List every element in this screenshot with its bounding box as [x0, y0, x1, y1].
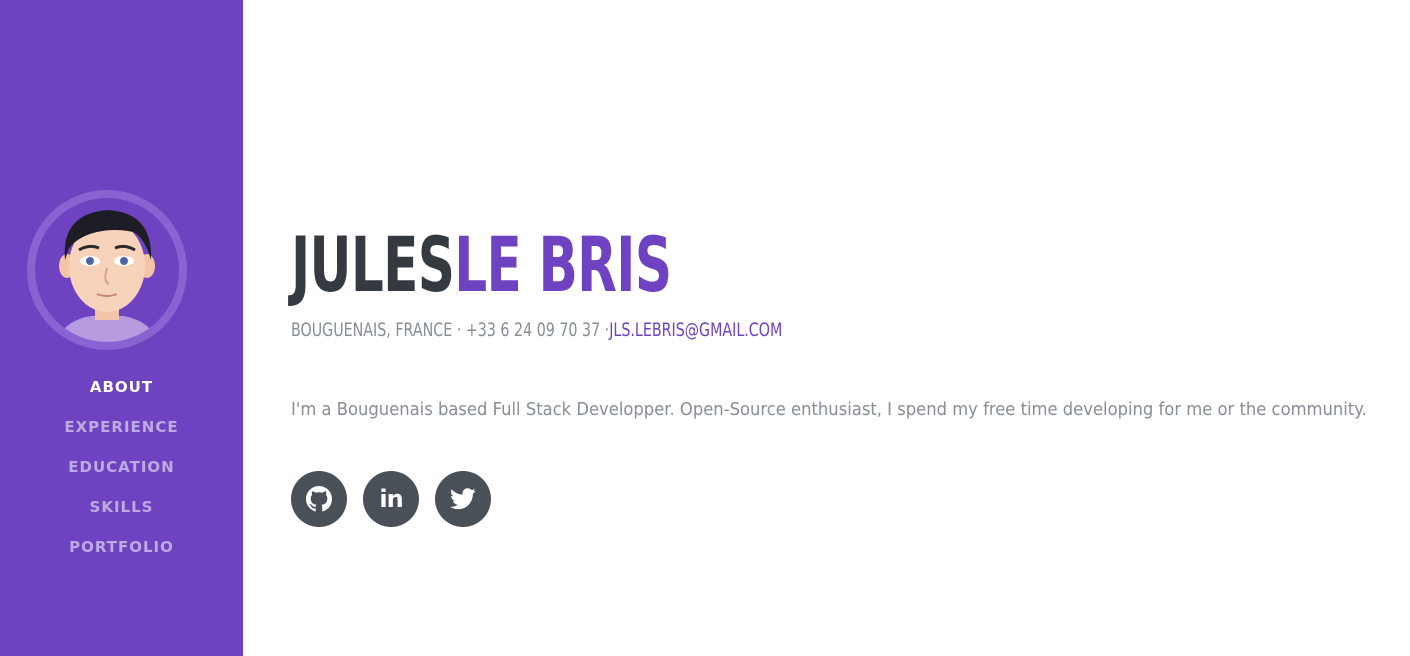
- sidebar: ABOUT EXPERIENCE EDUCATION SKILLS PORTFO…: [0, 0, 243, 656]
- location-phone: BOUGUENAIS, FRANCE · +33 6 24 09 70 37 ·: [291, 319, 610, 341]
- last-name: LE BRIS: [454, 220, 672, 309]
- bio-text: I'm a Bouguenais based Full Stack Develo…: [291, 399, 1367, 420]
- nav-item-skills[interactable]: SKILLS: [0, 493, 243, 533]
- linkedin-button[interactable]: in: [363, 471, 419, 527]
- github-icon: [306, 486, 332, 512]
- avatar-image: [35, 198, 179, 342]
- page-title: JULESLE BRIS: [291, 220, 672, 309]
- about-section: JULESLE BRIS BOUGUENAIS, FRANCE · +33 6 …: [291, 0, 1410, 656]
- github-button[interactable]: [291, 471, 347, 527]
- first-name: JULES: [291, 220, 455, 309]
- page: ABOUT EXPERIENCE EDUCATION SKILLS PORTFO…: [0, 0, 1410, 656]
- contact-line: BOUGUENAIS, FRANCE · +33 6 24 09 70 37 ·…: [291, 316, 782, 344]
- email-link[interactable]: JLS.LEBRIS@GMAIL.COM: [609, 319, 782, 341]
- twitter-button[interactable]: [435, 471, 491, 527]
- sidebar-nav: ABOUT EXPERIENCE EDUCATION SKILLS PORTFO…: [0, 373, 243, 573]
- nav-item-experience[interactable]: EXPERIENCE: [0, 413, 243, 453]
- nav-item-education[interactable]: EDUCATION: [0, 453, 243, 493]
- social-icons: in: [291, 471, 507, 527]
- nav-item-portfolio[interactable]: PORTFOLIO: [0, 533, 243, 573]
- avatar: [27, 190, 187, 350]
- twitter-icon: [450, 488, 476, 510]
- linkedin-icon: in: [379, 485, 403, 513]
- avatar-illustration: [55, 210, 159, 342]
- nav-item-about[interactable]: ABOUT: [0, 373, 243, 413]
